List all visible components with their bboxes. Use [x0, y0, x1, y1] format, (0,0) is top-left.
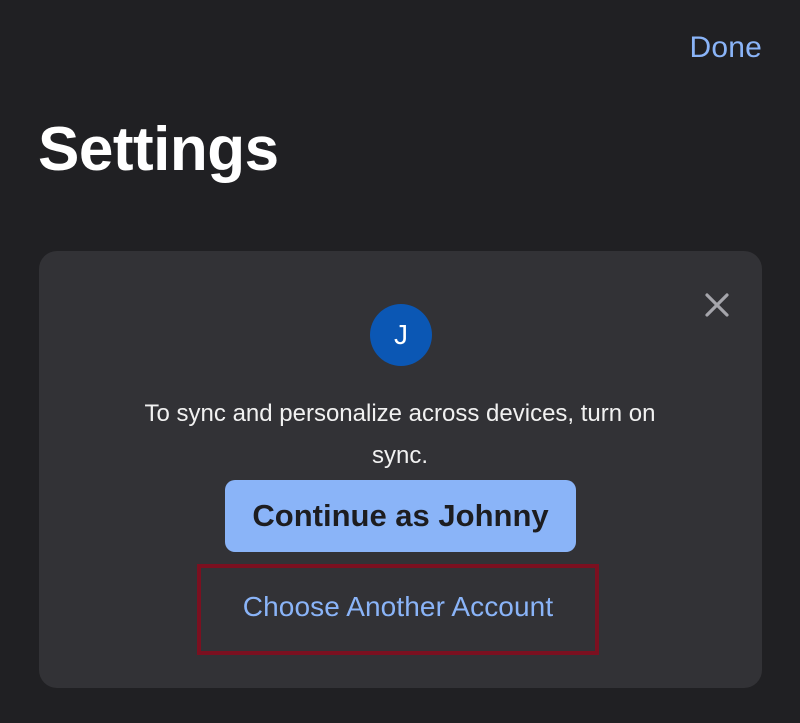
close-icon	[705, 293, 729, 317]
sync-prompt-card: J To sync and personalize across devices…	[39, 251, 762, 688]
choose-another-account-link[interactable]: Choose Another Account	[197, 578, 599, 636]
page-title: Settings	[38, 115, 279, 184]
close-button[interactable]	[700, 288, 734, 322]
settings-screen: Done Settings J To sync and personalize …	[0, 0, 800, 723]
avatar: J	[370, 304, 432, 366]
done-button[interactable]: Done	[689, 28, 762, 68]
sync-message: To sync and personalize across devices, …	[144, 400, 656, 469]
continue-as-johnny-button[interactable]: Continue as Johnny	[225, 480, 576, 552]
